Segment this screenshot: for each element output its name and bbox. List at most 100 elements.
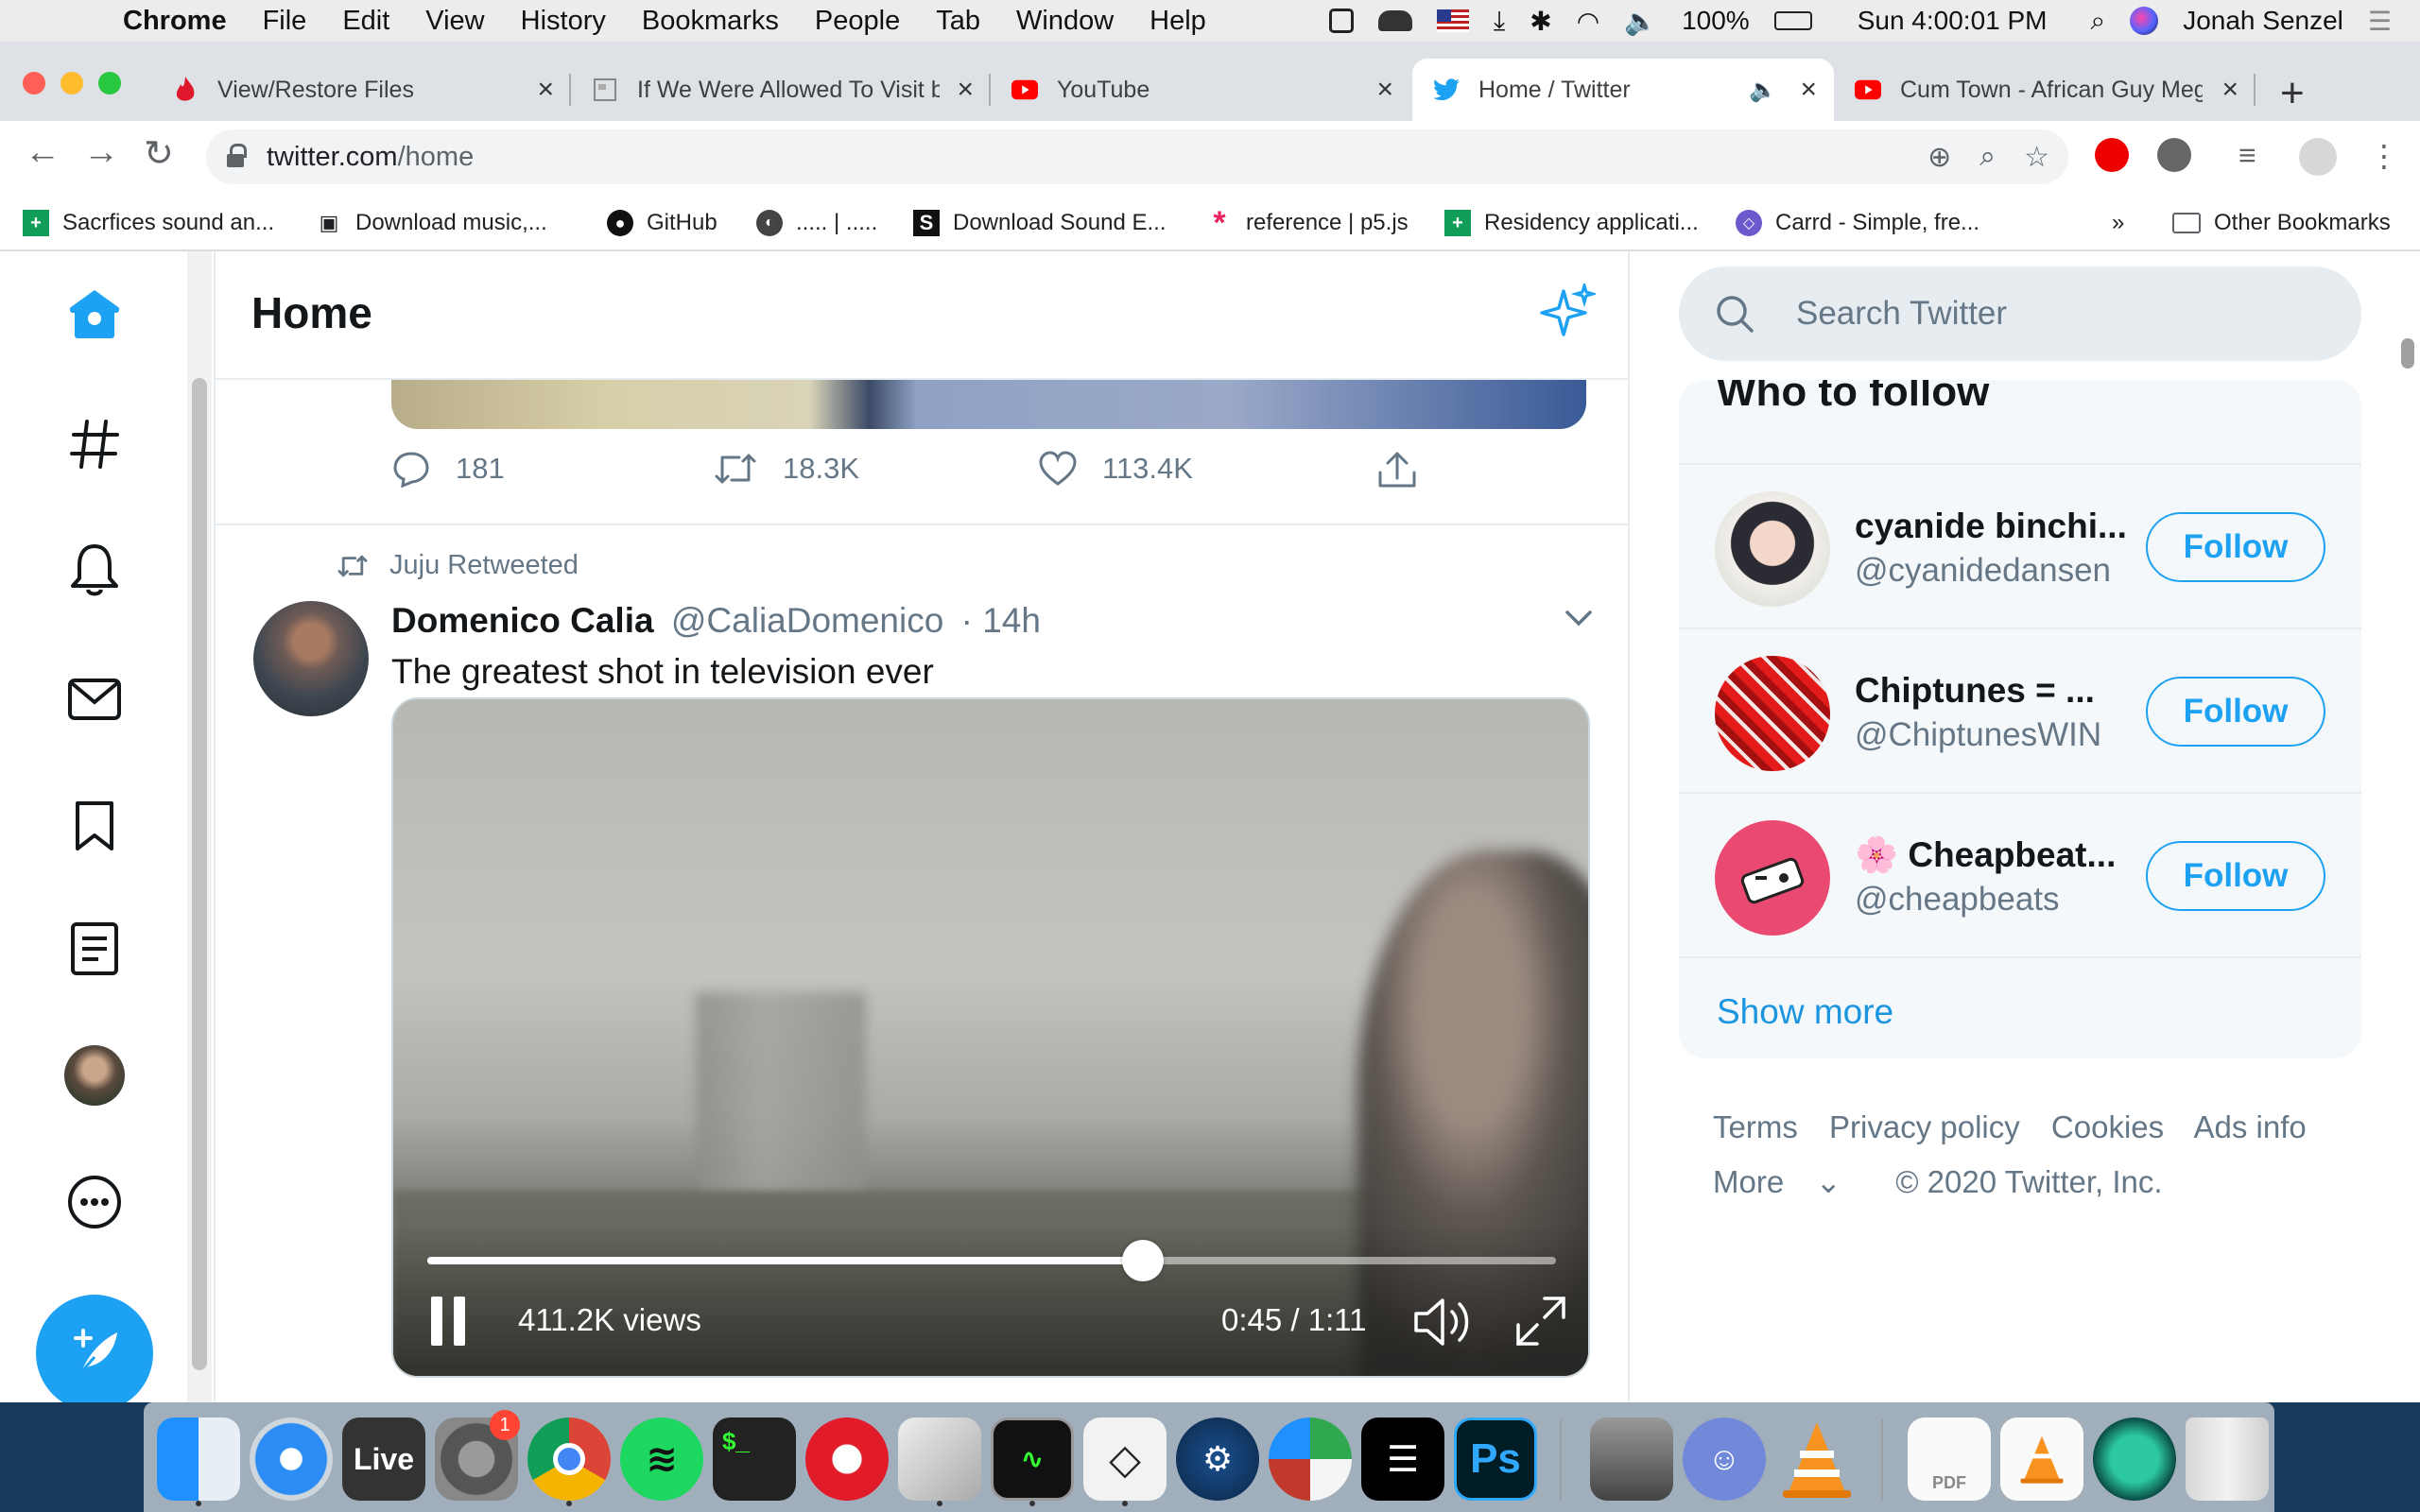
like-button[interactable]: 113.4K [1038,450,1193,488]
reply-button[interactable]: 181 [391,450,505,488]
close-tab-icon[interactable]: × [1800,74,1817,106]
tab-if-we-were-allowed[interactable]: If We Were Allowed To Visit by × [571,59,991,121]
window-manager-icon[interactable] [1328,9,1354,33]
messages-envelope-icon[interactable] [62,667,127,731]
pause-button[interactable] [429,1295,467,1355]
volume-button[interactable] [1412,1295,1475,1357]
bookmarks-overflow-button[interactable]: » [2112,204,2124,242]
steam-icon[interactable]: ⚙ [1176,1418,1259,1501]
suggestion-name[interactable]: 🌸 Cheapbeat... [1855,835,2116,876]
previous-tweet-media[interactable] [391,380,1586,429]
tab-home-twitter[interactable]: Home / Twitter 🔈 × [1412,59,1834,121]
retweet-button[interactable]: 18.3K [713,450,859,488]
chevron-down-icon[interactable] [1564,609,1594,632]
chrome-icon[interactable] [527,1418,611,1501]
siri-icon[interactable] [2130,7,2159,35]
reaper-icon[interactable] [1269,1418,1352,1501]
tweet-time[interactable]: · 14h [961,601,1041,640]
bookmark-item[interactable]: * reference | p5.js [1206,204,1408,242]
follow-button[interactable]: Follow [2146,677,2325,747]
clock[interactable]: Sun 4:00:01 PM [1858,6,2048,36]
battery-percent[interactable]: 100% [1682,6,1750,36]
close-tab-icon[interactable]: × [2221,74,2238,106]
fullscreen-button[interactable] [1514,1295,1567,1355]
profile-avatar-icon[interactable] [2299,138,2337,183]
search-input[interactable]: Search Twitter [1679,266,2361,361]
joystick-icon[interactable] [1590,1418,1673,1501]
follow-suggestion[interactable]: cyanide binchi... @cyanidedansen Follow [1679,463,2361,627]
wifi-icon[interactable]: ◠ [1577,6,1599,37]
close-window-button[interactable] [23,72,45,94]
follow-suggestion[interactable]: 🌸 Cheapbeat... @cheapbeats Follow [1679,792,2361,956]
footer-link-ads-info[interactable]: Ads info [2194,1109,2307,1144]
terminal-icon[interactable]: $_ [713,1418,796,1501]
pdf-document-icon[interactable]: PDF [1908,1418,1991,1501]
tab-audio-icon[interactable]: 🔈 [1749,77,1777,104]
zoom-window-button[interactable] [98,72,121,94]
vlc-document-icon[interactable] [2000,1418,2083,1501]
bookmark-item[interactable]: + Sacrfices sound an... [23,204,274,242]
spotify-icon[interactable]: ≋ [620,1418,703,1501]
footer-link-privacy[interactable]: Privacy policy [1829,1109,2020,1144]
bluetooth-icon[interactable]: ✱ [1530,6,1551,37]
video-progress-bar[interactable] [427,1240,1556,1281]
tab-view-restore-files[interactable]: View/Restore Files × [151,59,571,121]
user-name[interactable]: Jonah Senzel [2183,6,2343,36]
spotlight-search-icon[interactable]: ⌕ [2091,6,2106,37]
forward-arrow-icon[interactable]: → [83,132,119,173]
trash-icon[interactable] [2186,1418,2269,1501]
show-more-link[interactable]: Show more [1717,992,1893,1032]
vlc-icon[interactable] [1775,1418,1858,1501]
bookmark-item[interactable]: + Residency applicati... [1444,204,1699,242]
left-scrollbar[interactable] [187,251,212,1402]
new-tab-button[interactable]: + [2280,70,2305,117]
follow-button[interactable]: Follow [2146,512,2325,582]
bookmark-item[interactable]: ● GitHub [607,204,717,242]
menu-app-name[interactable]: Chrome [123,6,227,37]
more-options-icon[interactable] [62,1170,127,1234]
menu-view[interactable]: View [425,6,484,37]
suggestion-handle[interactable]: @cyanidedansen [1855,552,2111,590]
photoshop-icon[interactable]: Ps [1454,1418,1537,1501]
bookmark-item[interactable]: S Download Sound E... [913,204,1166,242]
follow-button[interactable]: Follow [2146,841,2325,911]
avatar[interactable] [1715,656,1830,771]
cloud-icon[interactable] [1377,10,1412,31]
footer-link-terms[interactable]: Terms [1713,1109,1798,1144]
bookmark-item[interactable]: ◇ Carrd - Simple, fre... [1736,204,1979,242]
tab-youtube[interactable]: YouTube × [991,59,1410,121]
avatar[interactable] [1715,820,1830,936]
home-nav-icon[interactable] [62,282,127,346]
footer-more-menu[interactable]: More ⌄ [1713,1164,1864,1199]
opera-icon[interactable] [805,1418,889,1501]
menu-tab[interactable]: Tab [936,6,980,37]
finder-icon[interactable] [157,1418,240,1501]
close-tab-icon[interactable]: × [537,74,554,106]
text-editor-icon[interactable]: ☰ [1361,1418,1444,1501]
scrollbar-thumb[interactable] [2401,338,2414,369]
activity-monitor-icon[interactable]: ∿ [991,1418,1074,1501]
alien-app-icon[interactable] [2093,1418,2176,1501]
safari-icon[interactable] [250,1418,333,1501]
compose-tweet-button[interactable] [36,1295,153,1402]
video-player[interactable]: 411.2K views 0:45 / 1:11 [391,697,1590,1378]
suggestion-handle[interactable]: @cheapbeats [1855,881,2060,919]
menu-people[interactable]: People [815,6,900,37]
author-handle[interactable]: @CaliaDomenico [671,601,943,640]
us-flag-icon[interactable] [1436,9,1469,32]
lock-icon[interactable] [227,144,247,167]
extension-owl-icon[interactable] [2157,138,2191,180]
close-tab-icon[interactable]: × [957,74,974,106]
suggestion-name[interactable]: Chiptunes = ... [1855,671,2095,711]
address-bar[interactable]: twitter.com/home ⊕ ⌕ ☆ [206,129,2068,184]
suggestion-handle[interactable]: @ChiptunesWIN [1855,716,2101,754]
back-arrow-icon[interactable]: ← [25,132,60,173]
sparkle-icon[interactable] [1539,280,1599,345]
volume-icon[interactable]: 🔈 [1624,6,1657,37]
chrome-menu-icon[interactable]: ⋮ [2369,138,2399,174]
menu-file[interactable]: File [263,6,307,37]
scrollbar-thumb[interactable] [192,378,207,1370]
suggestion-name[interactable]: cyanide binchi... [1855,507,2127,546]
unity-icon[interactable]: ◇ [1083,1418,1167,1501]
right-scrollbar[interactable] [2395,251,2420,1402]
